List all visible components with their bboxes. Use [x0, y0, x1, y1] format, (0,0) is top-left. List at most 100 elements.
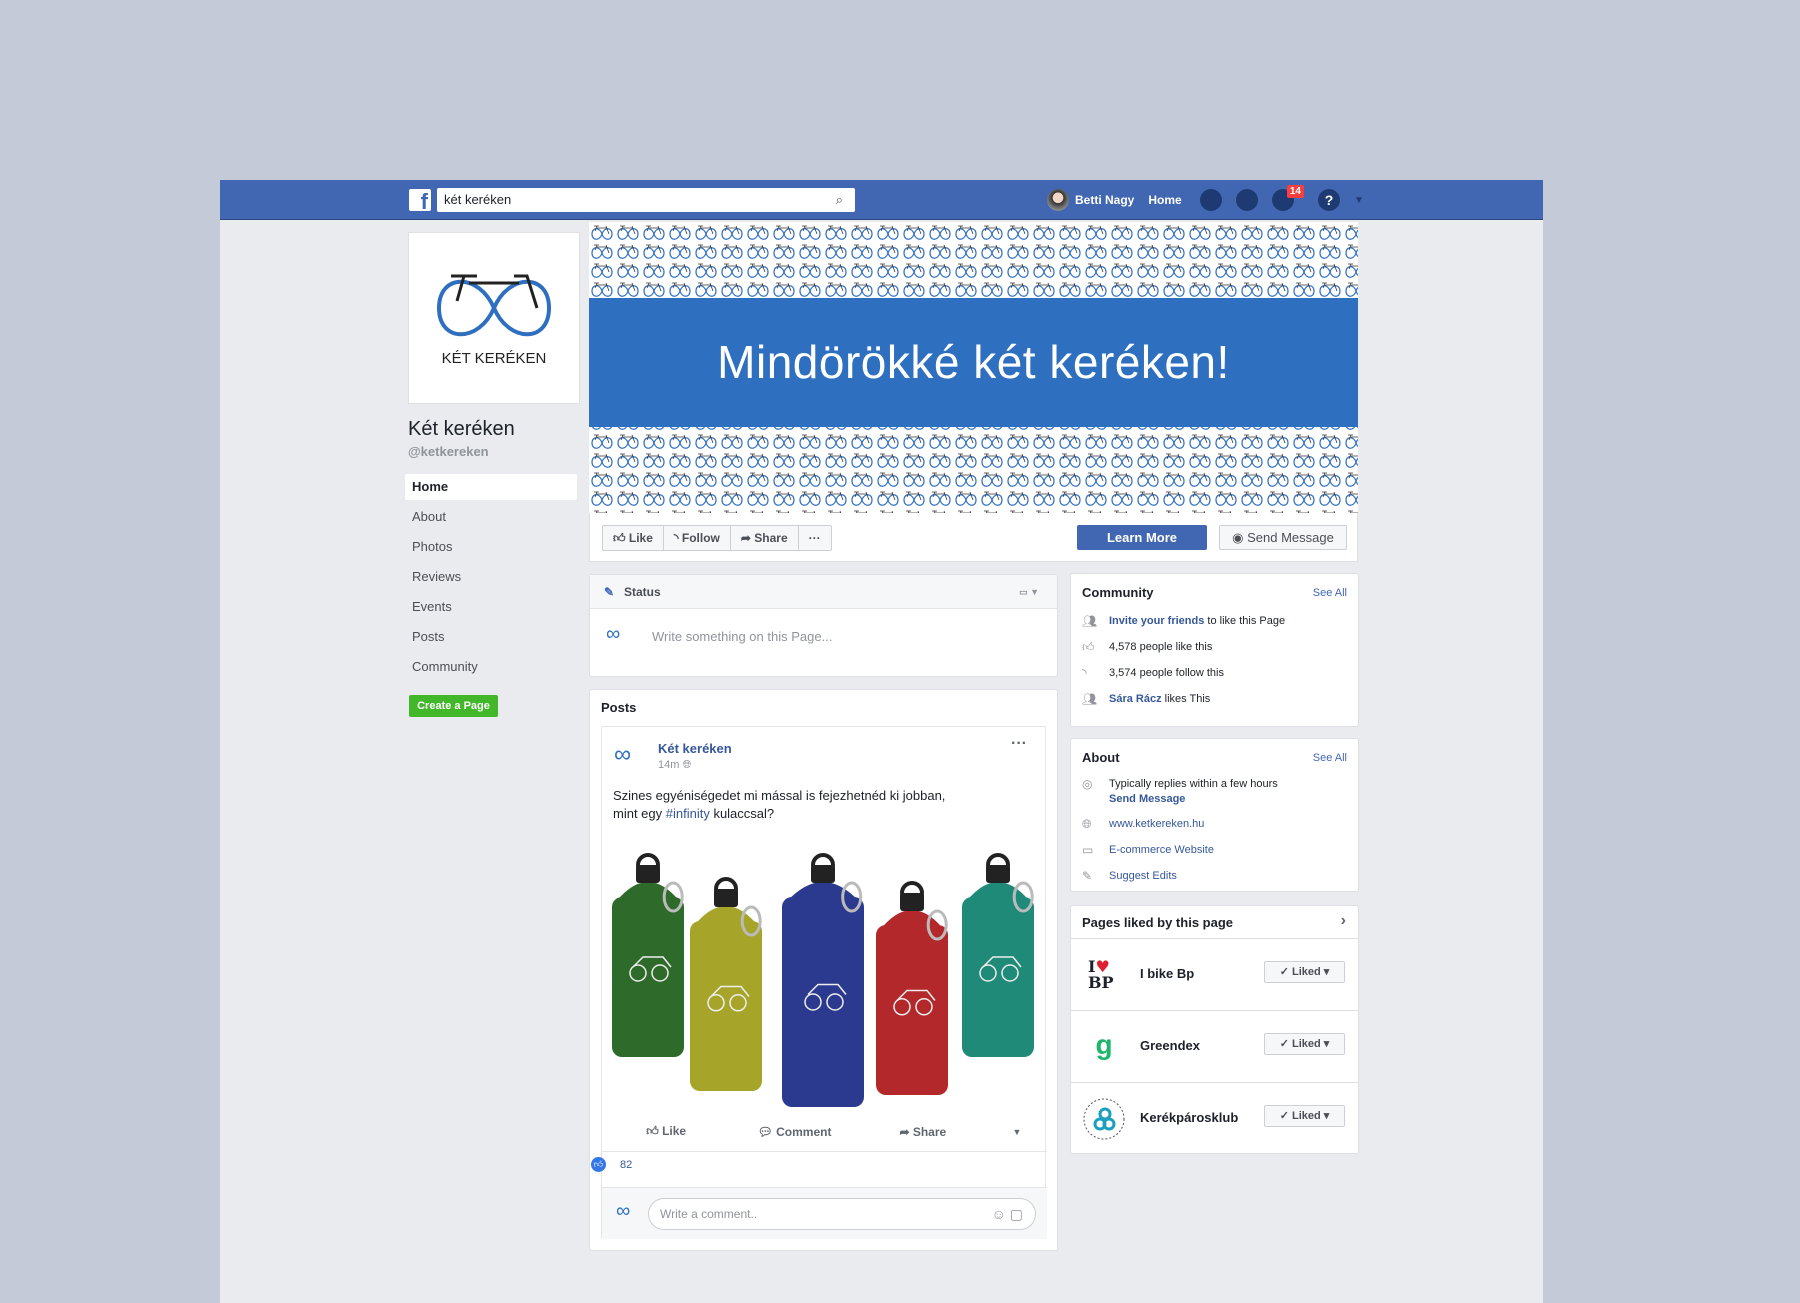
like-label: Like [628, 531, 653, 545]
more-options-button[interactable]: ··· [799, 526, 831, 550]
send-message-button[interactable]: ◉ Send Message [1219, 525, 1347, 550]
avatar [1047, 189, 1069, 211]
liked-pages-card: Pages liked by this page › I♥ BP I bike Bp… [1070, 905, 1359, 1154]
liked-button[interactable]: ✓ Liked ▾ [1264, 961, 1345, 983]
share-arrow-icon: ➦ [740, 531, 755, 545]
friend-requests-icon[interactable] [1200, 189, 1222, 211]
follow-label: Follow [681, 531, 720, 545]
nav-item-community[interactable]: Community [405, 654, 577, 680]
kerekparosklub-logo [1083, 1098, 1125, 1140]
post-options-icon[interactable]: ··· [1011, 735, 1027, 753]
share-label: Share [754, 531, 788, 545]
nav-item-home[interactable]: Home [405, 474, 577, 500]
commenter-avatar: ∞ [616, 1200, 631, 1222]
post-menu-chevron-icon[interactable]: ▼ [987, 1127, 1047, 1137]
like-page-button[interactable]: 👍︎ Like [603, 526, 664, 550]
invite-friends-link[interactable]: Invite your friends [1109, 615, 1204, 627]
category-icon: ▭ [1082, 843, 1094, 857]
post-text: Szines egyéniségedet mi mással is fejezh… [613, 788, 946, 821]
water-bottle [876, 881, 948, 1095]
water-bottle [962, 853, 1034, 1057]
comment-input[interactable]: Write a comment.. ☺ ▢ [648, 1198, 1036, 1230]
liked-page-item[interactable]: I♥ BP I bike Bp ✓ Liked ▾ [1071, 938, 1358, 1010]
posts-title: Posts [601, 700, 637, 715]
notifications-badge: 14 [1286, 185, 1304, 198]
post-image-bottles[interactable] [606, 837, 1044, 1107]
friend-link[interactable]: Sára Rácz [1109, 693, 1162, 705]
thumbs-up-icon: 👍︎ [613, 531, 629, 545]
post-comment-button[interactable]: 💬︎ Comment [730, 1125, 858, 1139]
hashtag-link[interactable]: #infinity [666, 806, 710, 821]
friends-icon: 👥︎ [1082, 692, 1098, 706]
help-icon[interactable]: ? [1318, 189, 1340, 211]
post-time[interactable]: 14m [658, 759, 679, 771]
suggest-edits-link[interactable]: Suggest Edits [1109, 870, 1177, 882]
messenger-icon: ◎ [1082, 777, 1093, 791]
post-like-button[interactable]: 👍︎ Like [602, 1124, 730, 1139]
about-card: About See All ◎ Typically replies within a… [1070, 738, 1359, 892]
globe-icon: 🌐︎ [682, 759, 692, 771]
search-icon[interactable]: ⌕ [836, 188, 843, 212]
nav-item-events[interactable]: Events [405, 594, 577, 620]
nav-item-photos[interactable]: Photos [405, 534, 577, 560]
cover-slogan: Mindörökké két keréken! [589, 298, 1358, 427]
about-title: About [1082, 750, 1120, 765]
community-see-all-link[interactable]: See All [1313, 587, 1347, 599]
liked-button[interactable]: ✓ Liked ▾ [1264, 1033, 1345, 1055]
search-value: két keréken [444, 192, 512, 207]
water-bottle [612, 853, 684, 1057]
comment-icon: 💬︎ [757, 1124, 777, 1139]
notifications-icon[interactable]: 14 [1272, 185, 1304, 211]
rss-icon: ◝ [673, 531, 682, 545]
pencil-icon: ✎ [1082, 869, 1093, 883]
status-tab[interactable]: Status [624, 585, 661, 599]
chevron-down-icon[interactable]: ▼ [1354, 195, 1364, 206]
website-link[interactable]: www.ketkereken.hu [1109, 818, 1204, 830]
thumbs-up-icon: 👍︎ [1082, 640, 1095, 654]
learn-more-button[interactable]: Learn More [1077, 525, 1207, 550]
page-handle: @ketkereken [408, 444, 489, 459]
status-composer[interactable]: ✎ Status ▭ ▼ ∞ Write something on this Page… [589, 574, 1058, 677]
profile-picture[interactable]: KÉT KERÉKEN [409, 233, 579, 403]
bike-logo-icon: KÉT KERÉKEN [436, 274, 552, 367]
send-message-label: Send Message [1247, 530, 1334, 545]
messenger-icon[interactable] [1236, 189, 1258, 211]
follow-button[interactable]: ◝ Follow [664, 526, 731, 550]
facebook-logo-icon[interactable]: f [409, 189, 431, 211]
pencil-icon: ✎ [604, 585, 615, 599]
post-author[interactable]: Két keréken [658, 741, 732, 756]
create-page-button[interactable]: Create a Page [409, 695, 498, 717]
nav-item-reviews[interactable]: Reviews [405, 564, 577, 590]
liked-page-item[interactable]: g Greendex ✓ Liked ▾ [1071, 1010, 1358, 1082]
page-action-bar: 👍︎ Like ◝ Follow ➦ Share ··· Learn More … [589, 513, 1358, 562]
chevron-right-icon[interactable]: › [1341, 912, 1346, 930]
about-send-message-link[interactable]: Send Message [1109, 793, 1185, 805]
nav-item-posts[interactable]: Posts [405, 624, 577, 650]
thumbs-up-icon: 👍︎ [646, 1124, 663, 1138]
follows-count-text: 3,574 people follow this [1109, 667, 1224, 679]
page-avatar-icon: ∞ [606, 623, 621, 645]
status-input[interactable]: Write something on this Page... [652, 629, 832, 644]
search-input[interactable]: két keréken ⌕ [437, 188, 855, 212]
liked-pages-title: Pages liked by this page [1082, 915, 1233, 930]
about-see-all-link[interactable]: See All [1313, 752, 1347, 764]
community-card: Community See All 👥︎ Invite your friends t… [1070, 573, 1359, 727]
posts-section: Posts ∞ Két keréken 14m 🌐︎ ··· Szines eg… [589, 689, 1058, 1251]
emoji-sticker-icons[interactable]: ☺ ▢ [992, 1199, 1023, 1229]
friends-icon: 👥︎ [1082, 614, 1098, 628]
ibikebp-logo: I♥ BP [1088, 957, 1114, 992]
author-avatar[interactable]: ∞ [614, 741, 631, 769]
profile-link[interactable]: Betti Nagy Home [1047, 189, 1182, 211]
nav-item-about[interactable]: About [405, 504, 577, 530]
logo-text: KÉT KERÉKEN [442, 350, 547, 367]
liked-page-item[interactable]: Kerékpárosklub ✓ Liked ▾ [1071, 1082, 1358, 1154]
post-share-button[interactable]: ➦ Share [859, 1125, 987, 1139]
likes-count[interactable]: 82 [620, 1159, 632, 1171]
audience-dropdown-icon[interactable]: ▭ ▼ [1019, 575, 1039, 609]
category-link[interactable]: E-commerce Website [1109, 844, 1214, 856]
water-bottle [690, 877, 762, 1091]
home-link[interactable]: Home [1148, 193, 1181, 207]
share-page-button[interactable]: ➦ Share [731, 526, 799, 550]
page-name: Két keréken [408, 418, 515, 440]
liked-button[interactable]: ✓ Liked ▾ [1264, 1105, 1345, 1127]
